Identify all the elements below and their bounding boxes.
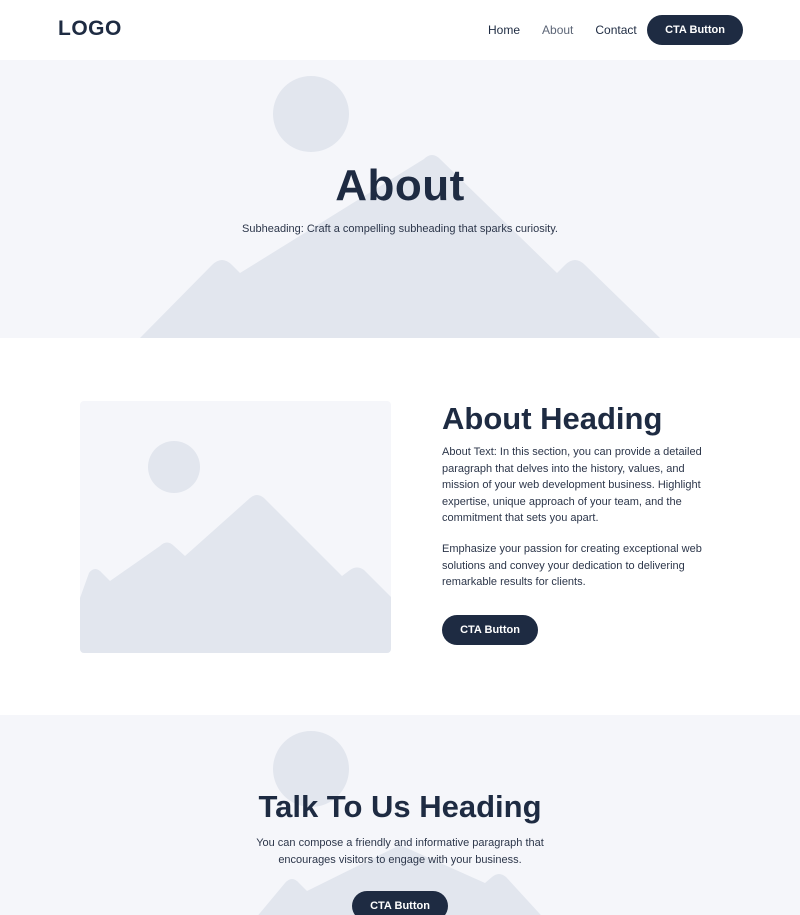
talk-text: You can compose a friendly and informati… [256,837,544,866]
image-placeholder-icon [80,441,391,653]
nav-link-contact[interactable]: Contact [595,22,636,38]
about-cta-button[interactable]: CTA Button [442,615,538,645]
talk-heading: Talk To Us Heading [258,789,542,824]
talk-cta-button[interactable]: CTA Button [352,891,448,915]
nav-link-home[interactable]: Home [488,22,520,38]
logo[interactable]: LOGO [58,17,122,41]
about-paragraph: About Text: In this section, you can pro… [442,446,702,525]
about-heading: About Heading [442,401,663,436]
header-cta-button[interactable]: CTA Button [647,15,743,45]
about-paragraph: Emphasize your passion for creating exce… [442,543,702,589]
main-nav: Home About Contact [488,22,659,38]
hero-subheading: Subheading: Craft a compelling subheadin… [242,223,558,235]
talk-section: Talk To Us Heading You can compose a fri… [0,715,800,915]
nav-link-about[interactable]: About [542,22,573,38]
about-section: About Heading About Text: In this sectio… [0,338,800,715]
site-header: LOGO Home About Contact CTA Button [0,0,800,60]
hero-section: About Subheading: Craft a compelling sub… [0,60,800,338]
about-image [80,401,391,653]
page-title: About [335,161,465,210]
